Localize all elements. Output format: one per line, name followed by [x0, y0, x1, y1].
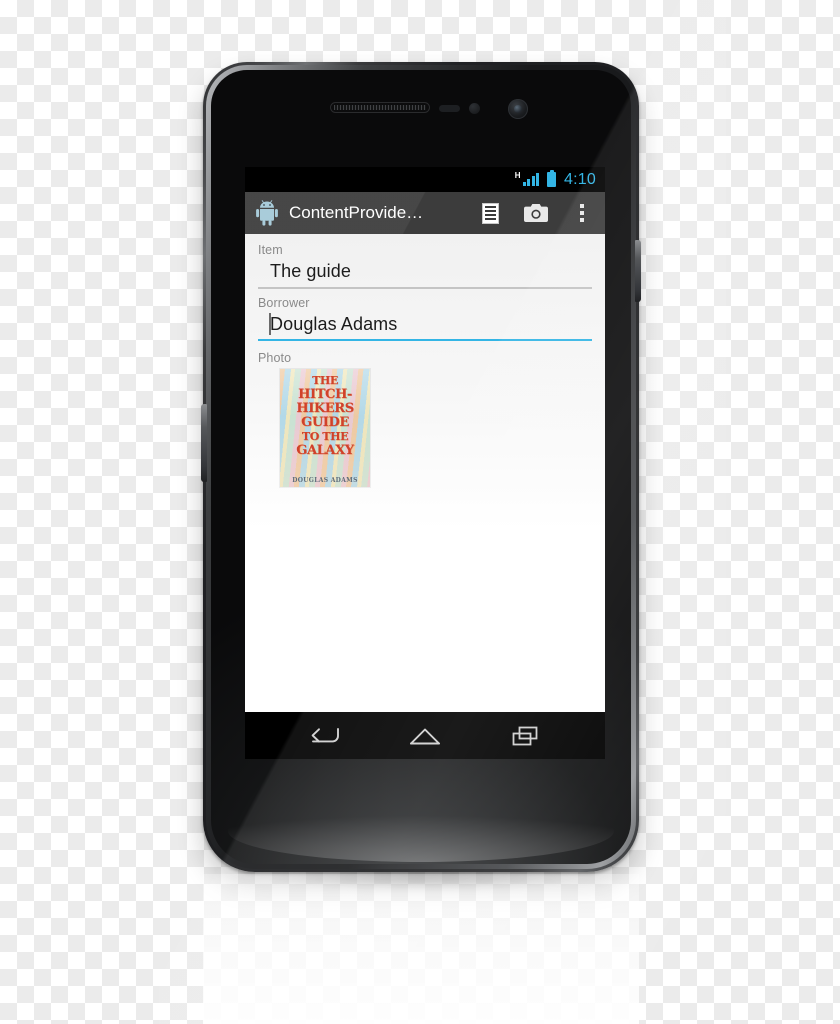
navigation-bar — [245, 712, 605, 759]
item-input[interactable]: The guide — [258, 258, 592, 289]
cover-line-2: HITCH- — [298, 387, 352, 402]
field-item-label: Item — [258, 243, 283, 257]
overflow-menu-icon[interactable] — [559, 192, 605, 234]
phone-device: H 4:10 ContentProvide… Item The guide Bo… — [159, 0, 727, 1024]
form-content: Item The guide Borrower Douglas Adams Ph… — [245, 234, 605, 712]
recents-button[interactable] — [498, 712, 554, 759]
field-photo-label: Photo — [258, 351, 292, 365]
device-reflection — [203, 874, 639, 1024]
home-button[interactable] — [397, 712, 453, 759]
borrower-input[interactable]: Douglas Adams — [258, 311, 592, 341]
field-borrower-label: Borrower — [258, 295, 310, 310]
cover-line-5: TO THE — [301, 430, 349, 443]
cover-line-1: THE — [312, 374, 338, 387]
photo-thumbnail[interactable]: THE HITCH- HIKERS GUIDE TO THE GALAXY DO… — [280, 369, 370, 487]
back-button[interactable] — [296, 712, 352, 759]
status-bar-clock: 4:10 — [564, 170, 596, 188]
phone-chin-highlight — [227, 800, 615, 862]
network-type-label: H — [514, 171, 521, 180]
action-bar: ContentProvide… — [245, 192, 605, 234]
camera-icon[interactable] — [513, 192, 559, 234]
proximity-sensor — [439, 105, 460, 112]
status-bar: H 4:10 — [245, 167, 605, 192]
cover-line-6: GALAXY — [296, 443, 354, 458]
cover-line-4: GUIDE — [301, 415, 349, 430]
volume-rocker[interactable] — [201, 404, 207, 482]
field-item: Item The guide — [258, 243, 592, 296]
book-cover-title: THE HITCH- HIKERS GUIDE TO THE GALAXY — [280, 369, 370, 487]
earpiece-speaker — [330, 102, 430, 113]
phone-screen: H 4:10 ContentProvide… Item The guide Bo… — [245, 167, 605, 759]
power-button[interactable] — [635, 240, 641, 302]
list-icon[interactable] — [467, 192, 513, 234]
signal-bars-icon — [522, 173, 540, 186]
text-caret — [269, 312, 271, 335]
ambient-light-sensor — [469, 103, 480, 114]
cover-line-3: HIKERS — [296, 401, 354, 416]
field-borrower: Borrower Douglas Adams — [258, 296, 592, 349]
action-bar-title: ContentProvide… — [289, 203, 424, 222]
battery-full-icon — [547, 169, 557, 187]
front-camera — [508, 99, 528, 119]
android-robot-icon[interactable] — [255, 200, 279, 226]
book-cover-author: DOUGLAS ADAMS — [292, 477, 358, 484]
